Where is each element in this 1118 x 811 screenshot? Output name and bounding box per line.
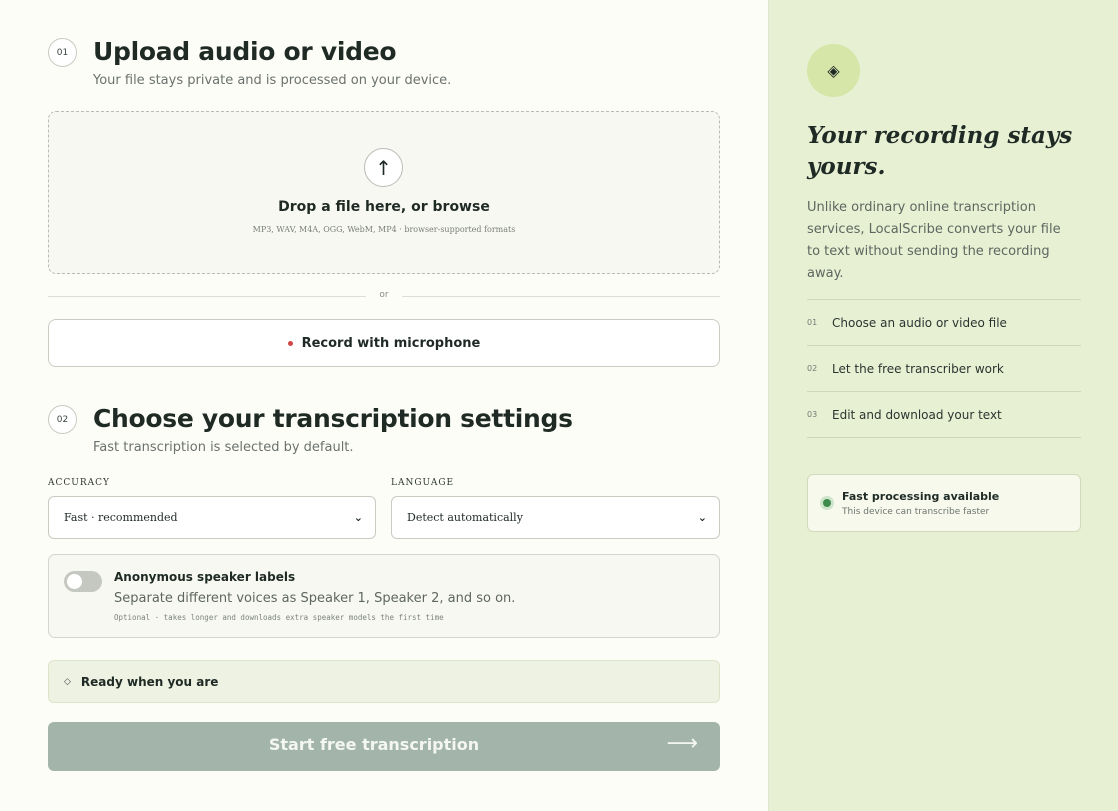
list-item: 03 Edit and download your text <box>807 392 1081 438</box>
record-button-label: Record with microphone <box>301 335 481 351</box>
fast-processing-title: Fast processing available <box>842 490 1000 503</box>
diamond-outline-icon: ◇ <box>64 676 71 687</box>
step-number: 01 <box>807 318 818 327</box>
start-button-label: Start free transcription <box>268 735 480 754</box>
record-dot-icon <box>287 340 293 346</box>
arrow-right-icon: ⟶ <box>666 731 698 756</box>
toggle-knob <box>67 574 82 589</box>
divider-left <box>48 296 366 297</box>
speaker-labels-title: Anonymous speaker labels <box>114 570 296 584</box>
upload-arrow-icon: ↑ <box>364 148 403 187</box>
accuracy-select-value: Fast · recommended <box>64 511 178 524</box>
list-item: 01 Choose an audio or video file <box>807 300 1081 346</box>
how-it-works-list: 01 Choose an audio or video file 02 Let … <box>807 299 1081 438</box>
sidebar-blurb: Unlike ordinary online transcription ser… <box>807 200 1061 281</box>
speaker-labels-note: Optional · takes longer and downloads ex… <box>114 613 444 622</box>
step-badge-2: 02 <box>48 405 77 434</box>
step-text: Choose an audio or video file <box>832 315 1007 330</box>
step-text: Edit and download your text <box>832 407 1002 422</box>
speaker-labels-option: Anonymous speaker labels Separate differ… <box>48 554 720 638</box>
chevron-down-icon: ⌄ <box>697 511 707 524</box>
fast-processing-card: Fast processing available This device ca… <box>807 474 1081 532</box>
info-sidebar: ◈ Your recording stays yours. Unlike ord… <box>768 0 1118 811</box>
step-number: 02 <box>807 364 818 373</box>
speaker-labels-description: Separate different voices as Speaker 1, … <box>114 591 516 606</box>
settings-heading: Choose your transcription settings <box>93 404 573 433</box>
status-banner: ◇ Ready when you are <box>48 660 720 703</box>
step-text: Let the free transcriber work <box>832 361 1004 376</box>
file-dropzone[interactable]: ↑ Drop a file here, or browse MP3, WAV, … <box>48 111 720 274</box>
dropzone-formats: MP3, WAV, M4A, OGG, WebM, MP4 · browser-… <box>252 225 516 234</box>
dropzone-title: Drop a file here, or browse <box>278 199 490 215</box>
divider-text: or <box>379 290 389 300</box>
status-dot-icon <box>820 496 834 510</box>
upload-subtitle: Your file stays private and is processed… <box>93 73 452 88</box>
accuracy-label: ACCURACY <box>48 478 110 488</box>
fast-processing-subtitle: This device can transcribe faster <box>842 507 990 517</box>
settings-subtitle: Fast transcription is selected by defaul… <box>93 440 354 455</box>
speaker-labels-toggle[interactable] <box>64 571 102 592</box>
divider-right <box>402 296 720 297</box>
language-select[interactable]: Detect automatically ⌄ <box>391 496 720 539</box>
diamond-icon: ◈ <box>807 44 860 97</box>
list-item: 02 Let the free transcriber work <box>807 346 1081 392</box>
sidebar-tagline: Your recording stays yours. <box>807 122 1073 180</box>
language-label: LANGUAGE <box>391 478 455 488</box>
step-badge-1: 01 <box>48 38 77 67</box>
language-select-value: Detect automatically <box>407 511 523 524</box>
record-microphone-button[interactable]: Record with microphone <box>48 319 720 367</box>
chevron-down-icon: ⌄ <box>353 511 363 524</box>
status-text: Ready when you are <box>80 674 219 689</box>
main-panel: 01 Upload audio or video Your file stays… <box>0 0 768 811</box>
start-transcription-button[interactable]: Start free transcription ⟶ <box>48 722 720 771</box>
upload-heading: Upload audio or video <box>93 37 397 66</box>
step-number: 03 <box>807 410 818 419</box>
accuracy-select[interactable]: Fast · recommended ⌄ <box>48 496 376 539</box>
